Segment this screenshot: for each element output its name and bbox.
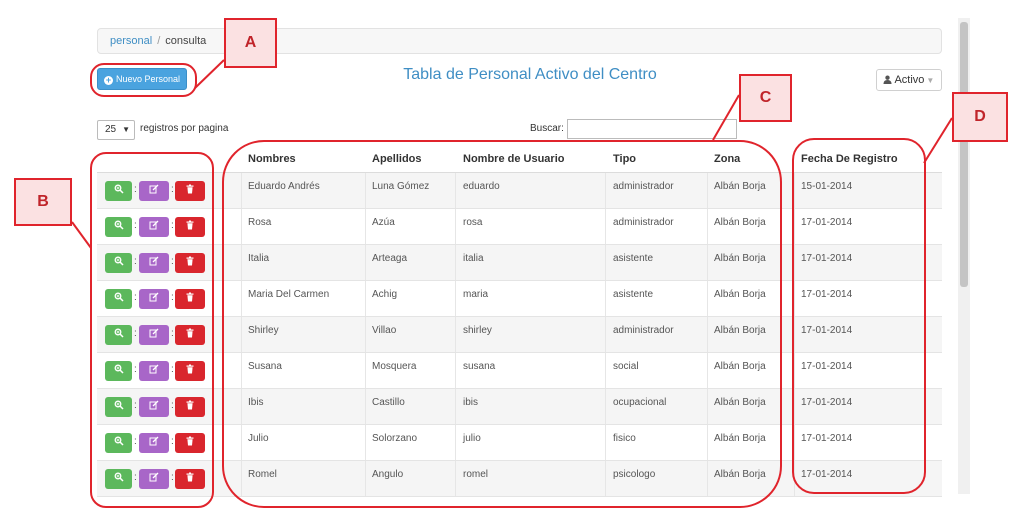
connector-a <box>194 59 225 89</box>
callout-label-c: C <box>739 74 792 122</box>
callout-connectors <box>71 59 953 249</box>
callout-label-d: D <box>952 92 1008 142</box>
connector-d <box>923 117 953 164</box>
callout-label-b: B <box>14 178 72 226</box>
callout-label-a: A <box>224 18 277 68</box>
connector-b <box>71 221 92 249</box>
connector-c <box>712 94 740 141</box>
